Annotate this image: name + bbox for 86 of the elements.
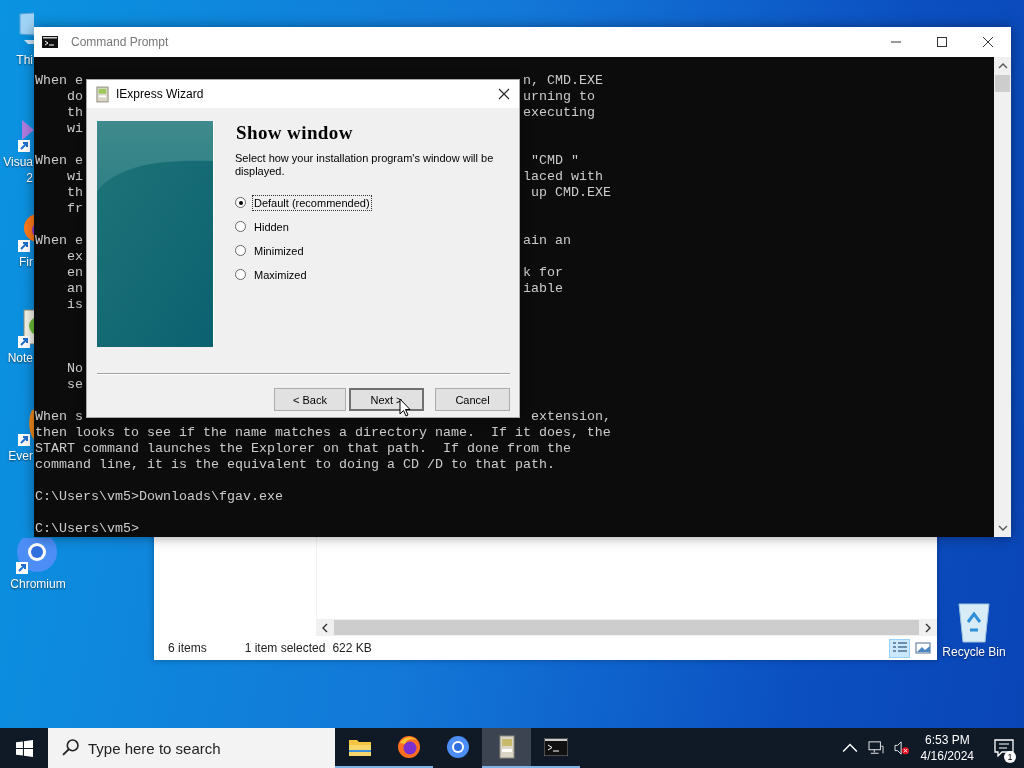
option-label[interactable]: Minimized (252, 242, 306, 259)
icon-label: Thi (15, 53, 33, 68)
folder-icon (347, 737, 372, 757)
dialog-button[interactable]: Cancel (435, 388, 510, 411)
dialog-button[interactable]: < Back (274, 388, 346, 411)
chevron-up-icon[interactable] (841, 741, 858, 755)
console-text: n, CMD.EXE (523, 73, 603, 89)
icon-label: Chromium (10, 577, 66, 592)
icon-label: Ever (7, 449, 33, 464)
page-heading: Show window (236, 122, 354, 144)
console-text: When e (35, 233, 83, 249)
console-text: up CMD.EXE (530, 185, 611, 201)
console-icon (42, 36, 58, 48)
taskbar-app-button[interactable] (482, 728, 531, 768)
console-text: extension, (530, 409, 611, 425)
console-text: k for (523, 265, 563, 281)
status-text: 6 items (168, 641, 207, 655)
option-label[interactable]: Hidden (252, 218, 291, 235)
image-view-icon (914, 641, 931, 655)
console-text: then looks to see if the name matches a directory name. If it does, the (35, 425, 611, 441)
browser-icon (396, 735, 421, 759)
console-text: No (66, 361, 83, 377)
console-text: command line, it is the equivalent to doing a CD /D to that path. (35, 457, 555, 473)
console-text: en (66, 265, 83, 281)
console-text: "CMD " (530, 153, 579, 169)
icon-label: 2 (25, 171, 33, 186)
window-title: Command Prompt (71, 35, 169, 49)
clock[interactable]: 6:53 PM 4/16/2024 (920, 732, 974, 764)
icon-label: Note (6, 351, 33, 366)
windows-logo-icon (15, 739, 33, 757)
console-text: When s (35, 409, 83, 425)
console-text: iable (523, 281, 563, 297)
console-text: se (66, 377, 83, 393)
console-icon (543, 738, 568, 756)
status-text: 1 item selected (244, 641, 326, 655)
console-text: urning to (523, 89, 595, 105)
console-text: START command launches the Explorer on that path. If done from the (35, 441, 571, 457)
console-text: is (66, 297, 83, 313)
cabinet-icon (498, 735, 515, 759)
clock-time: 6:53 PM (924, 732, 970, 748)
scroll-down-icon[interactable] (997, 523, 1008, 533)
notification-badge: 1 (1004, 751, 1016, 763)
muted-speaker-icon[interactable] (893, 741, 910, 755)
console-text: fr (66, 201, 83, 217)
details-view-icon (891, 641, 908, 655)
console-text: When e (35, 73, 83, 89)
radio-button[interactable] (235, 269, 246, 280)
vertical-scrollbar[interactable] (994, 57, 1011, 537)
browser-icon (445, 735, 470, 759)
console-text: C:\Users\vm5> (35, 521, 139, 537)
radio-button[interactable] (235, 197, 246, 208)
search-icon (62, 739, 79, 756)
option-label[interactable]: Maximized (252, 266, 309, 283)
scroll-right-icon[interactable] (923, 622, 933, 633)
icon-label: Recycle Bin (942, 645, 1006, 660)
close-icon[interactable] (498, 88, 510, 100)
network-icon[interactable] (867, 741, 884, 755)
icon-label: Fir (18, 255, 33, 270)
search-field[interactable]: Type here to search (48, 728, 335, 768)
dialog-title: IExpress Wizard (116, 87, 204, 101)
cabinet-icon (96, 85, 109, 103)
console-text: wi (66, 121, 83, 137)
console-text: laced with (523, 169, 603, 185)
status-text: 622 KB (332, 641, 372, 655)
console-text: wi (66, 169, 83, 185)
scroll-up-icon[interactable] (997, 61, 1008, 71)
console-text: executing (523, 105, 595, 121)
console-text: C:\Users\vm5>Downloads\fgav.exe (35, 489, 283, 505)
console-text: ain an (523, 233, 571, 249)
console-text: an (66, 281, 83, 297)
console-text: th (66, 105, 83, 121)
icon-label: Visua (2, 155, 33, 170)
console-text: ex (66, 249, 83, 265)
console-text: do (66, 89, 83, 105)
radio-button[interactable] (235, 221, 246, 232)
description-text: Select how your installation program's window will be displayed. (235, 152, 495, 178)
clock-date: 4/16/2024 (920, 748, 974, 764)
view-button[interactable] (889, 638, 910, 658)
console-text: When e (35, 153, 83, 169)
radio-button[interactable] (235, 245, 246, 256)
scroll-thumb[interactable] (995, 75, 1010, 92)
console-text: th (66, 185, 83, 201)
scroll-left-icon[interactable] (320, 622, 330, 633)
option-label[interactable]: Default (recommended) (252, 194, 372, 211)
scroll-thumb[interactable] (334, 620, 919, 635)
horizontal-scrollbar[interactable] (316, 619, 937, 636)
